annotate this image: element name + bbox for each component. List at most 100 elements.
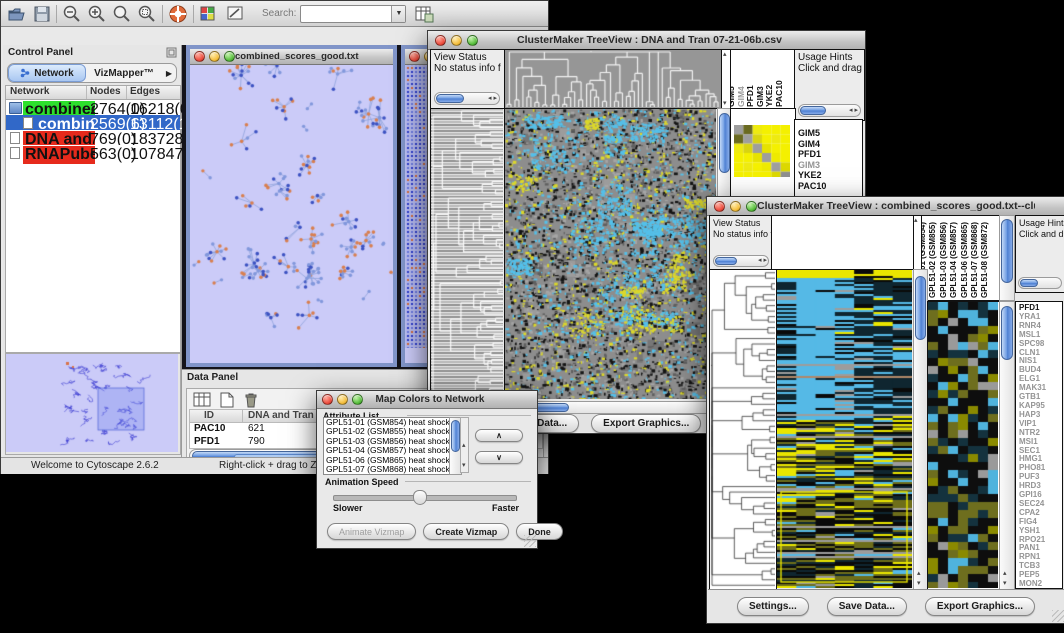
search-dropdown-arrow[interactable]: ▼ <box>391 6 405 22</box>
scrollbar-thumb[interactable] <box>451 420 460 452</box>
annotation-icon[interactable] <box>226 5 246 23</box>
zoom-fit-icon[interactable] <box>112 4 132 23</box>
scroll-arrows[interactable]: ◂ ▸ <box>488 95 497 103</box>
gene-label[interactable]: GIM4 <box>795 139 862 150</box>
column-label[interactable]: PFD1 <box>745 85 755 107</box>
col-header-id[interactable]: ID <box>204 410 214 421</box>
gene-label[interactable]: PAC10 <box>795 181 862 192</box>
close-button[interactable] <box>714 201 725 212</box>
tv2-status-hscrollbar[interactable]: ◂ ▸ <box>713 255 769 267</box>
close-button[interactable] <box>409 51 420 62</box>
column-label[interactable]: GPL51-03 (GSM856) <box>939 222 948 298</box>
scrollbar-thumb[interactable] <box>1020 279 1038 287</box>
slider-thumb[interactable] <box>413 490 427 505</box>
network-list-row[interactable]: combined_sco 2569(6) 13112(15) <box>6 115 180 130</box>
column-label[interactable]: GIM3 <box>755 86 765 107</box>
minimize-button[interactable] <box>337 394 348 405</box>
attribute-table-icon[interactable] <box>414 5 434 23</box>
scroll-arrows[interactable]: ▾ <box>1003 580 1007 588</box>
move-up-button[interactable]: ∧ <box>475 429 523 442</box>
help-lifesaver-icon[interactable] <box>168 4 188 24</box>
network-overview-panel[interactable] <box>5 353 181 455</box>
gene-label[interactable]: YKE2 <box>795 170 862 181</box>
save-session-icon[interactable] <box>33 5 51 23</box>
tv1-hints-hscrollbar[interactable]: ◂ ▸ <box>798 104 861 117</box>
close-button[interactable] <box>435 35 446 46</box>
dialog-button[interactable]: Animate Vizmap <box>327 523 416 540</box>
search-combobox[interactable]: ▼ <box>300 5 406 23</box>
gene-label[interactable]: GIM3 <box>795 160 862 171</box>
search-input-value[interactable] <box>301 11 304 22</box>
scrollbar-thumb[interactable] <box>436 94 464 103</box>
float-panel-icon[interactable] <box>166 47 177 58</box>
dialog-button[interactable]: Create Vizmap <box>423 523 509 540</box>
treeview-action-button[interactable]: Export Graphics... <box>591 414 701 433</box>
tv2-column-dendrogram-pane[interactable] <box>771 215 915 271</box>
scrollbar-thumb[interactable] <box>800 106 826 115</box>
column-label[interactable]: GPL51-02 (GSM855) <box>928 222 937 298</box>
scrollbar-thumb[interactable] <box>715 257 737 265</box>
gene-label[interactable]: GIM5 <box>795 128 862 139</box>
scroll-arrows[interactable]: ▾ <box>917 580 921 588</box>
treeview-action-button[interactable]: Settings... <box>737 597 809 616</box>
resize-grip[interactable] <box>524 535 536 547</box>
minimize-button[interactable] <box>451 35 462 46</box>
tv2-heatmap-pane[interactable] <box>776 269 915 591</box>
network-overview-canvas[interactable] <box>6 354 178 452</box>
zoom-button[interactable] <box>467 35 478 46</box>
gene-label[interactable]: PFD1 <box>795 149 862 160</box>
scroll-arrows[interactable]: ◂ ▸ <box>849 107 858 115</box>
select-attributes-icon[interactable] <box>193 392 211 408</box>
tv2-row-dendrogram-pane[interactable] <box>709 269 778 591</box>
tv1-heatmap-pane[interactable] <box>504 108 719 402</box>
tab-vizmapper[interactable]: VizMapper™ <box>86 65 162 81</box>
tv1-column-dendrogram-pane[interactable] <box>504 49 723 110</box>
tv2-labels-vscrollbar[interactable] <box>999 215 1015 301</box>
delete-attribute-icon[interactable] <box>243 392 259 408</box>
tv2-heatmap-canvas[interactable] <box>777 270 912 588</box>
zoom-button[interactable] <box>746 201 757 212</box>
column-label[interactable]: YKE2 <box>764 85 774 107</box>
tab-overflow-button[interactable]: ▶ <box>162 69 176 78</box>
vizmapper-palette-icon[interactable] <box>199 5 218 23</box>
zoom-button[interactable] <box>224 51 235 62</box>
gene-label[interactable]: MON2 <box>1016 580 1062 589</box>
minimize-button[interactable] <box>730 201 741 212</box>
scroll-arrows[interactable]: ◂ ▸ <box>758 257 767 265</box>
column-label[interactable]: GPL51-08 (GSM872) <box>980 222 989 298</box>
tv2-heatmap-vscrollbar[interactable]: ▴ ▾ <box>913 269 928 591</box>
scrollbar-thumb[interactable] <box>915 276 926 340</box>
column-label[interactable]: GIM4 <box>736 86 746 107</box>
close-button[interactable] <box>322 394 333 405</box>
tv2-zoom-canvas[interactable] <box>928 302 998 588</box>
treeview-action-button[interactable]: Export Graphics... <box>925 597 1035 616</box>
tab-network[interactable]: Network <box>8 64 86 82</box>
tv1-row-dendrogram-canvas[interactable] <box>431 109 503 399</box>
scrollbar-thumb[interactable] <box>719 113 730 173</box>
network-list-row[interactable]: DNA and Tran 07 769(0) 183728(0) <box>6 130 180 145</box>
new-attribute-icon[interactable] <box>219 392 235 408</box>
tv1-column-dendrogram-canvas[interactable] <box>505 50 720 107</box>
attribute-list-item[interactable]: GPL51-07 (GSM868) heat shock 60 min <box>324 465 450 474</box>
tv1-heatmap-canvas[interactable] <box>505 109 716 399</box>
column-label[interactable]: GPL51-06 (GSM865) <box>960 222 969 298</box>
close-button[interactable] <box>194 51 205 62</box>
zoom-out-icon[interactable] <box>62 4 82 23</box>
move-down-button[interactable]: ∨ <box>475 451 523 464</box>
network-view1-canvas[interactable] <box>190 49 393 348</box>
column-label[interactable]: GPL51-07 (GSM868) <box>970 222 979 298</box>
zoom-button[interactable] <box>352 394 363 405</box>
tv2-row-dendrogram-canvas[interactable] <box>710 270 775 588</box>
scrollbar-thumb[interactable] <box>1001 219 1013 283</box>
column-label[interactable]: GPL51-04 (GSM857) <box>949 222 958 298</box>
scroll-arrows[interactable]: ▴ <box>917 570 921 578</box>
network-list-row[interactable]: combined_scores_ 2764(0) 16218(0) <box>6 100 180 115</box>
treeview-action-button[interactable]: Save Data... <box>827 597 907 616</box>
tv2-zoom-vscrollbar[interactable]: ▴ ▾ <box>999 301 1015 591</box>
network-list-row[interactable]: RNAPuberNov2+| 563(0) 107847(0) <box>6 145 180 160</box>
scroll-arrows[interactable]: ▴ <box>1003 570 1007 578</box>
tv1-row-dendrogram-pane[interactable] <box>430 108 506 402</box>
open-session-icon[interactable] <box>7 5 27 23</box>
scrollbar-thumb[interactable] <box>1001 306 1013 360</box>
zoom-in-icon[interactable] <box>87 4 107 23</box>
